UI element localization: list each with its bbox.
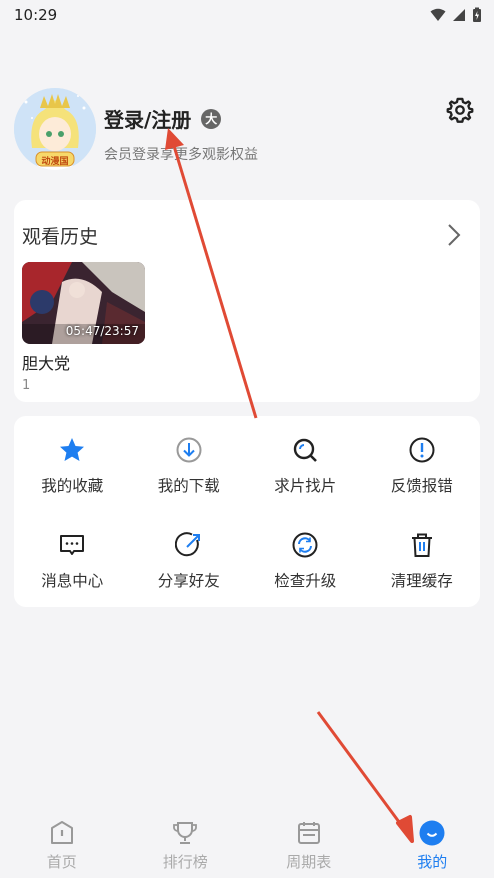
download-icon xyxy=(176,437,202,463)
history-thumbnail[interactable]: 05:47/23:57 xyxy=(22,262,145,344)
battery-icon xyxy=(473,7,481,22)
menu-item-feedback[interactable]: 反馈报错 xyxy=(364,416,481,511)
tab-schedule[interactable]: 周期表 xyxy=(247,810,371,878)
trash-icon xyxy=(411,533,432,557)
username-label: 登录/注册 xyxy=(104,108,192,132)
message-icon xyxy=(60,535,85,555)
menu-item-share[interactable]: 分享好友 xyxy=(131,511,248,607)
history-title: 观看历史 xyxy=(22,226,99,248)
watch-history-card: 观看历史 05:47/23:57 胆大党 1 xyxy=(14,200,480,402)
profile-header[interactable]: 动漫国 登录/注册 大 会员登录享更多观影权益 xyxy=(14,88,480,172)
alert-icon xyxy=(409,437,435,463)
refresh-icon xyxy=(292,532,318,558)
login-register-link[interactable]: 登录/注册 大 xyxy=(104,104,222,133)
tab-profile[interactable]: 我的 xyxy=(371,810,494,878)
avatar[interactable]: 动漫国 xyxy=(14,88,96,170)
wifi-icon xyxy=(430,8,446,21)
settings-gear-icon[interactable] xyxy=(446,96,474,124)
history-item-title[interactable]: 胆大党 xyxy=(22,350,70,374)
menu-item-request[interactable]: 求片找片 xyxy=(247,416,364,511)
status-icons xyxy=(430,7,482,23)
home-icon xyxy=(50,821,73,844)
share-icon xyxy=(174,532,200,557)
menu-item-clear-cache[interactable]: 清理缓存 xyxy=(364,511,481,607)
tab-ranking[interactable]: 排行榜 xyxy=(124,810,248,878)
member-subtitle: 会员登录享更多观影权益 xyxy=(104,147,258,163)
history-progress: 05:47/23:57 xyxy=(65,324,139,338)
history-item-episode: 1 xyxy=(22,378,31,393)
feature-menu-card: 我的收藏 我的下载 求片找片 反馈报错 消息中心 分享好友 检查升级 清理缓存 xyxy=(14,416,480,607)
menu-item-update[interactable]: 检查升级 xyxy=(247,511,364,607)
search-icon xyxy=(294,438,318,462)
profile-icon xyxy=(419,820,445,846)
chevron-right-icon[interactable] xyxy=(446,222,462,248)
tab-home[interactable]: 首页 xyxy=(0,810,124,878)
menu-item-messages[interactable]: 消息中心 xyxy=(14,511,131,607)
menu-item-downloads[interactable]: 我的下载 xyxy=(131,416,248,511)
avatar-logo-text: 动漫国 xyxy=(41,157,69,167)
level-badge-icon: 大 xyxy=(201,108,222,129)
bottom-tab-bar: 首页 排行榜 周期表 我的 xyxy=(0,810,494,878)
trophy-icon xyxy=(173,822,198,844)
star-icon xyxy=(60,438,85,461)
calendar-icon xyxy=(297,822,320,844)
status-bar: 10:29 xyxy=(0,0,494,30)
signal-icon xyxy=(453,9,465,21)
status-time: 10:29 xyxy=(14,6,58,24)
menu-item-favorites[interactable]: 我的收藏 xyxy=(14,416,131,511)
